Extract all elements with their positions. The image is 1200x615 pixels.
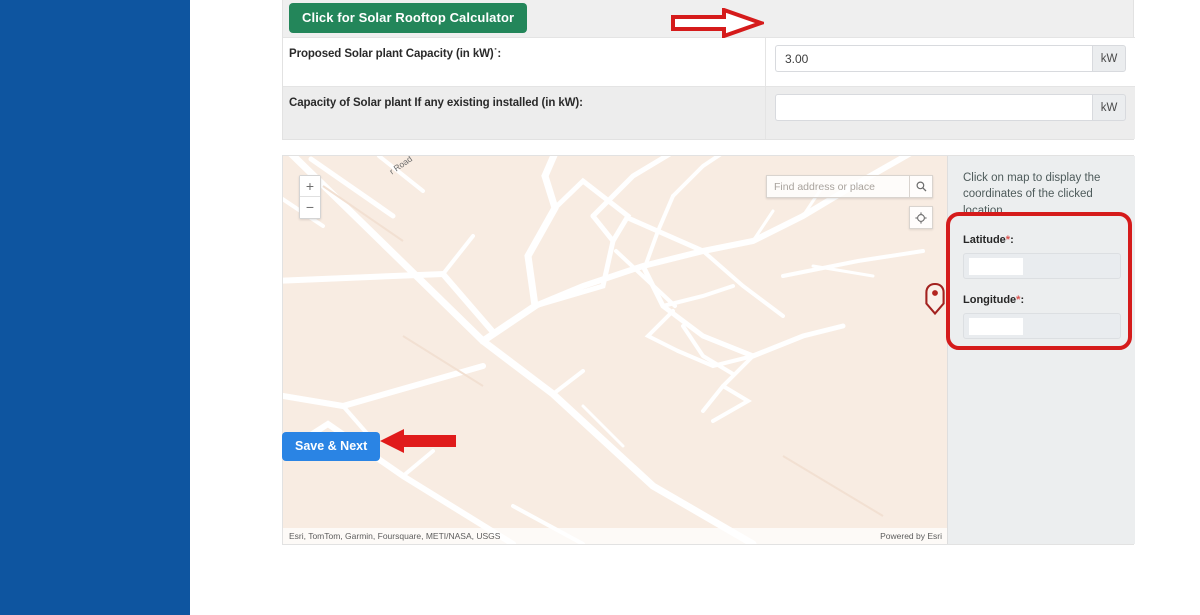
proposed-capacity-label: Proposed Solar plant Capacity (in kW)˙: xyxy=(289,48,502,60)
map-locate-button[interactable] xyxy=(909,206,933,229)
page-root: Click for Solar Rooftop Calculator Propo… xyxy=(0,0,1200,615)
left-sidebar xyxy=(0,0,190,615)
arrow-to-capacity-field-icon xyxy=(671,8,764,38)
solar-rooftop-calculator-button[interactable]: Click for Solar Rooftop Calculator xyxy=(289,3,528,33)
calculator-button-wrap: Click for Solar Rooftop Calculator xyxy=(289,3,528,33)
map-card: r Road + − Find address or place Esri, T… xyxy=(282,155,1135,545)
existing-capacity-label: Capacity of Solar plant If any existing … xyxy=(289,97,583,109)
latitude-label: Latitude*: xyxy=(963,234,1121,246)
map-zoom-controls: + − xyxy=(299,175,321,219)
longitude-input[interactable] xyxy=(963,312,1121,339)
locate-crosshair-icon xyxy=(915,211,927,224)
map-search-button[interactable] xyxy=(909,175,933,198)
proposed-capacity-input-cell: kW xyxy=(766,38,1135,72)
latitude-label-colon: : xyxy=(1010,233,1014,246)
latitude-label-text: Latitude xyxy=(963,233,1006,246)
capacity-form-card: Click for Solar Rooftop Calculator Propo… xyxy=(282,0,1135,140)
form-row-existing-capacity: Capacity of Solar plant If any existing … xyxy=(283,87,1135,139)
esri-map[interactable]: r Road + − Find address or place Esri, T… xyxy=(283,156,948,544)
map-attribution-sources: Esri, TomTom, Garmin, Foursquare, METI/N… xyxy=(289,531,501,541)
existing-capacity-unit-addon: kW xyxy=(1092,94,1126,121)
coordinates-hint-text: Click on map to display the coordinates … xyxy=(963,172,1101,217)
proposed-capacity-input[interactable] xyxy=(775,45,1092,72)
search-icon xyxy=(916,181,926,192)
map-search xyxy=(766,175,933,198)
longitude-label-text: Longitude xyxy=(963,293,1017,306)
map-search-input[interactable] xyxy=(766,175,909,198)
map-tiles xyxy=(283,156,947,544)
save-and-next-button[interactable]: Save & Next xyxy=(282,432,381,461)
map-zoom-in-button[interactable]: + xyxy=(300,176,320,197)
map-zoom-out-button[interactable]: − xyxy=(300,197,320,218)
latitude-value-redaction xyxy=(969,257,1023,275)
coordinates-panel: Click on map to display the coordinates … xyxy=(949,156,1135,544)
longitude-label: Longitude*: xyxy=(963,294,1121,306)
existing-capacity-input[interactable] xyxy=(775,94,1092,121)
map-attribution-bar: Esri, TomTom, Garmin, Foursquare, METI/N… xyxy=(283,528,947,544)
arrow-to-save-button-icon xyxy=(380,429,456,453)
map-powered-by: Powered by Esri xyxy=(880,531,942,541)
longitude-label-colon: : xyxy=(1020,293,1025,306)
proposed-capacity-unit-addon: kW xyxy=(1092,45,1126,72)
main-content: Click for Solar Rooftop Calculator Propo… xyxy=(190,0,1200,615)
latitude-input[interactable] xyxy=(963,252,1121,279)
existing-capacity-input-cell: kW xyxy=(766,87,1135,121)
map-pin-marker-icon xyxy=(925,282,945,316)
form-row-proposed-capacity: Proposed Solar plant Capacity (in kW)˙: … xyxy=(283,37,1135,87)
longitude-value-redaction xyxy=(969,317,1023,335)
